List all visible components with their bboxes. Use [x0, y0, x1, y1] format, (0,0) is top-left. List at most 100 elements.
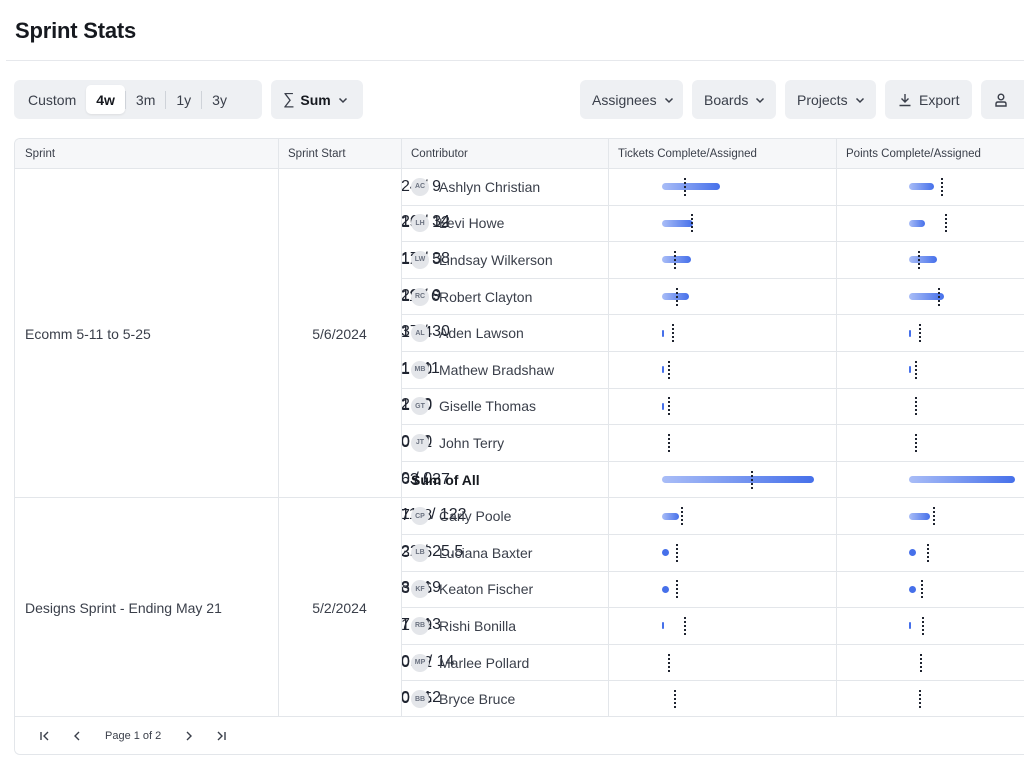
avatar: GT [411, 397, 429, 416]
sprint-stats-table: Sprint Sprint Start Contributor Tickets … [14, 138, 1024, 755]
user-menu-button[interactable] [981, 80, 1024, 119]
contributor-name: Giselle Thomas [439, 398, 537, 415]
assignees-filter[interactable]: Assignees [580, 80, 683, 119]
export-button[interactable]: Export [885, 80, 972, 119]
tickets-progress-bar [662, 256, 691, 264]
range-option-3m[interactable]: 3m [126, 85, 165, 114]
tickets-assigned-marker [683, 177, 686, 196]
tickets-assigned-marker [668, 653, 670, 672]
next-page-button[interactable] [173, 722, 205, 750]
contributor-cell: GT Giselle Thomas [401, 389, 608, 425]
chevron-right-icon [186, 731, 193, 740]
tickets-progress-bar [662, 329, 664, 337]
user-icon [993, 92, 1009, 108]
contributor-cell: CP Carly Poole [401, 498, 608, 534]
range-option-custom[interactable]: Custom [18, 85, 86, 114]
column-header-contributor[interactable]: Contributor [401, 139, 608, 169]
first-page-icon [40, 731, 49, 740]
contributor-name: Marlee Pollard [439, 654, 530, 671]
table-row[interactable]: ACAshlyn Christian24 / 926 / 34 [401, 169, 1024, 230]
projects-filter[interactable]: Projects [785, 80, 876, 119]
contributor-name: Ashlyn Christian [439, 178, 541, 195]
tickets-assigned-marker [676, 543, 679, 562]
points-assigned-marker [945, 214, 948, 233]
points-progress-bar [909, 476, 1016, 484]
table-row[interactable]: BBBryce Bruce0 / 50 / 10 [401, 681, 1024, 743]
contributor-name: Luciana Baxter [439, 544, 533, 561]
title-divider [6, 60, 1024, 61]
tickets-assigned-marker [676, 580, 679, 599]
points-progress-bar [909, 366, 911, 374]
tickets-assigned-marker [668, 397, 670, 416]
points-assigned-marker [920, 653, 923, 672]
avatar: AL [411, 324, 429, 343]
avatar: LH [411, 214, 429, 233]
points-progress-bar [909, 256, 937, 264]
table-row[interactable]: RBRishi Bonilla1 / 90.5 / 14 [401, 608, 1024, 670]
table-row[interactable]: LHLevi Howe13 / 1217 / 38 [401, 206, 1024, 267]
points-progress-bar [909, 585, 916, 593]
sum-label: Sum of All [411, 471, 480, 488]
points-assigned-marker [941, 177, 944, 196]
contributor-cell: AC Ashlyn Christian [401, 169, 608, 205]
table-row[interactable]: CPCarly Poole7 / 822 / 25.5 [401, 498, 1024, 560]
contributor-cell: AL Aden Lawson [401, 315, 608, 351]
contributor-name: John Terry [439, 434, 505, 451]
table-row[interactable]: MPMarlee Pollard0 / 20 / 12 [401, 645, 1024, 706]
table-row[interactable]: RCRobert Clayton11 / 637 / 30 [401, 279, 1024, 340]
table-row[interactable]: GTGiselle Thomas1 / 00 / 0 [401, 389, 1024, 450]
contributor-name: Bryce Bruce [439, 691, 516, 708]
table-row[interactable]: KFKeaton Fischer3 / 67 / 13 [401, 572, 1024, 633]
column-header-tickets[interactable]: Tickets Complete/Assigned [608, 139, 836, 169]
tickets-assigned-marker [676, 287, 679, 306]
contributor-cell: KF Keaton Fischer [401, 572, 608, 608]
avatar: RB [411, 616, 429, 635]
avatar: BB [411, 690, 429, 709]
table-row[interactable]: MBMathew Bradshaw1 / 02 / 0 [401, 352, 1024, 413]
tickets-progress-bar [662, 366, 664, 374]
sum-row[interactable]: Sum of All 63 / 37 112 / 122 [401, 462, 1024, 523]
table-row[interactable]: LWLindsay Wilkerson12 / 529 / 9 [401, 242, 1024, 304]
previous-page-button[interactable] [61, 722, 93, 750]
aggregate-label: Sum [300, 91, 331, 108]
range-option-4w[interactable]: 4w [86, 85, 125, 114]
tickets-progress-bar [662, 585, 669, 593]
contributor-cell: MP Marlee Pollard [401, 645, 608, 681]
column-header-points[interactable]: Points Complete/Assigned [836, 139, 1024, 169]
avatar: KF [411, 580, 429, 599]
range-option-1y[interactable]: 1y [166, 85, 201, 114]
aggregate-dropdown[interactable]: ∑ Sum [271, 80, 363, 119]
download-icon [897, 92, 913, 108]
tickets-progress-bar [662, 183, 720, 191]
column-divider [278, 139, 279, 718]
contributor-name: Mathew Bradshaw [439, 361, 555, 378]
sigma-icon: ∑ [283, 90, 295, 108]
table-row[interactable]: LBLuciana Baxter3 / 68 / 19 [401, 535, 1024, 596]
chevron-down-icon [754, 94, 766, 106]
export-label: Export [919, 91, 960, 108]
avatar: JT [411, 433, 429, 452]
points-assigned-marker [922, 616, 925, 635]
tickets-assigned-marker [668, 433, 670, 452]
boards-label: Boards [704, 91, 749, 108]
chevron-left-icon [74, 731, 80, 740]
range-option-3y[interactable]: 3y [202, 85, 237, 114]
points-assigned-marker [915, 433, 917, 452]
column-header-sprint-start[interactable]: Sprint Start [278, 139, 401, 169]
points-progress-bar [909, 622, 911, 630]
sprint-start-date: 5/2/2024 [312, 600, 367, 617]
tickets-assigned-marker [681, 507, 684, 526]
boards-filter[interactable]: Boards [692, 80, 776, 119]
column-divider [401, 139, 402, 718]
contributor-cell: RC Robert Clayton [401, 279, 608, 315]
contributor-name: Rishi Bonilla [439, 617, 517, 634]
contributor-name: Carly Poole [439, 508, 512, 525]
points-assigned-marker [917, 250, 920, 269]
contributor-cell: LB Luciana Baxter [401, 535, 608, 571]
table-row[interactable]: JTJohn Terry0 / 10 / 0 [401, 425, 1024, 487]
column-header-sprint[interactable]: Sprint [15, 139, 278, 169]
first-page-button[interactable] [29, 722, 61, 750]
last-page-button[interactable] [205, 722, 237, 750]
table-row[interactable]: ALAden Lawson1 / 41 / 11 [401, 315, 1024, 377]
contributor-cell: MB Mathew Bradshaw [401, 352, 608, 388]
